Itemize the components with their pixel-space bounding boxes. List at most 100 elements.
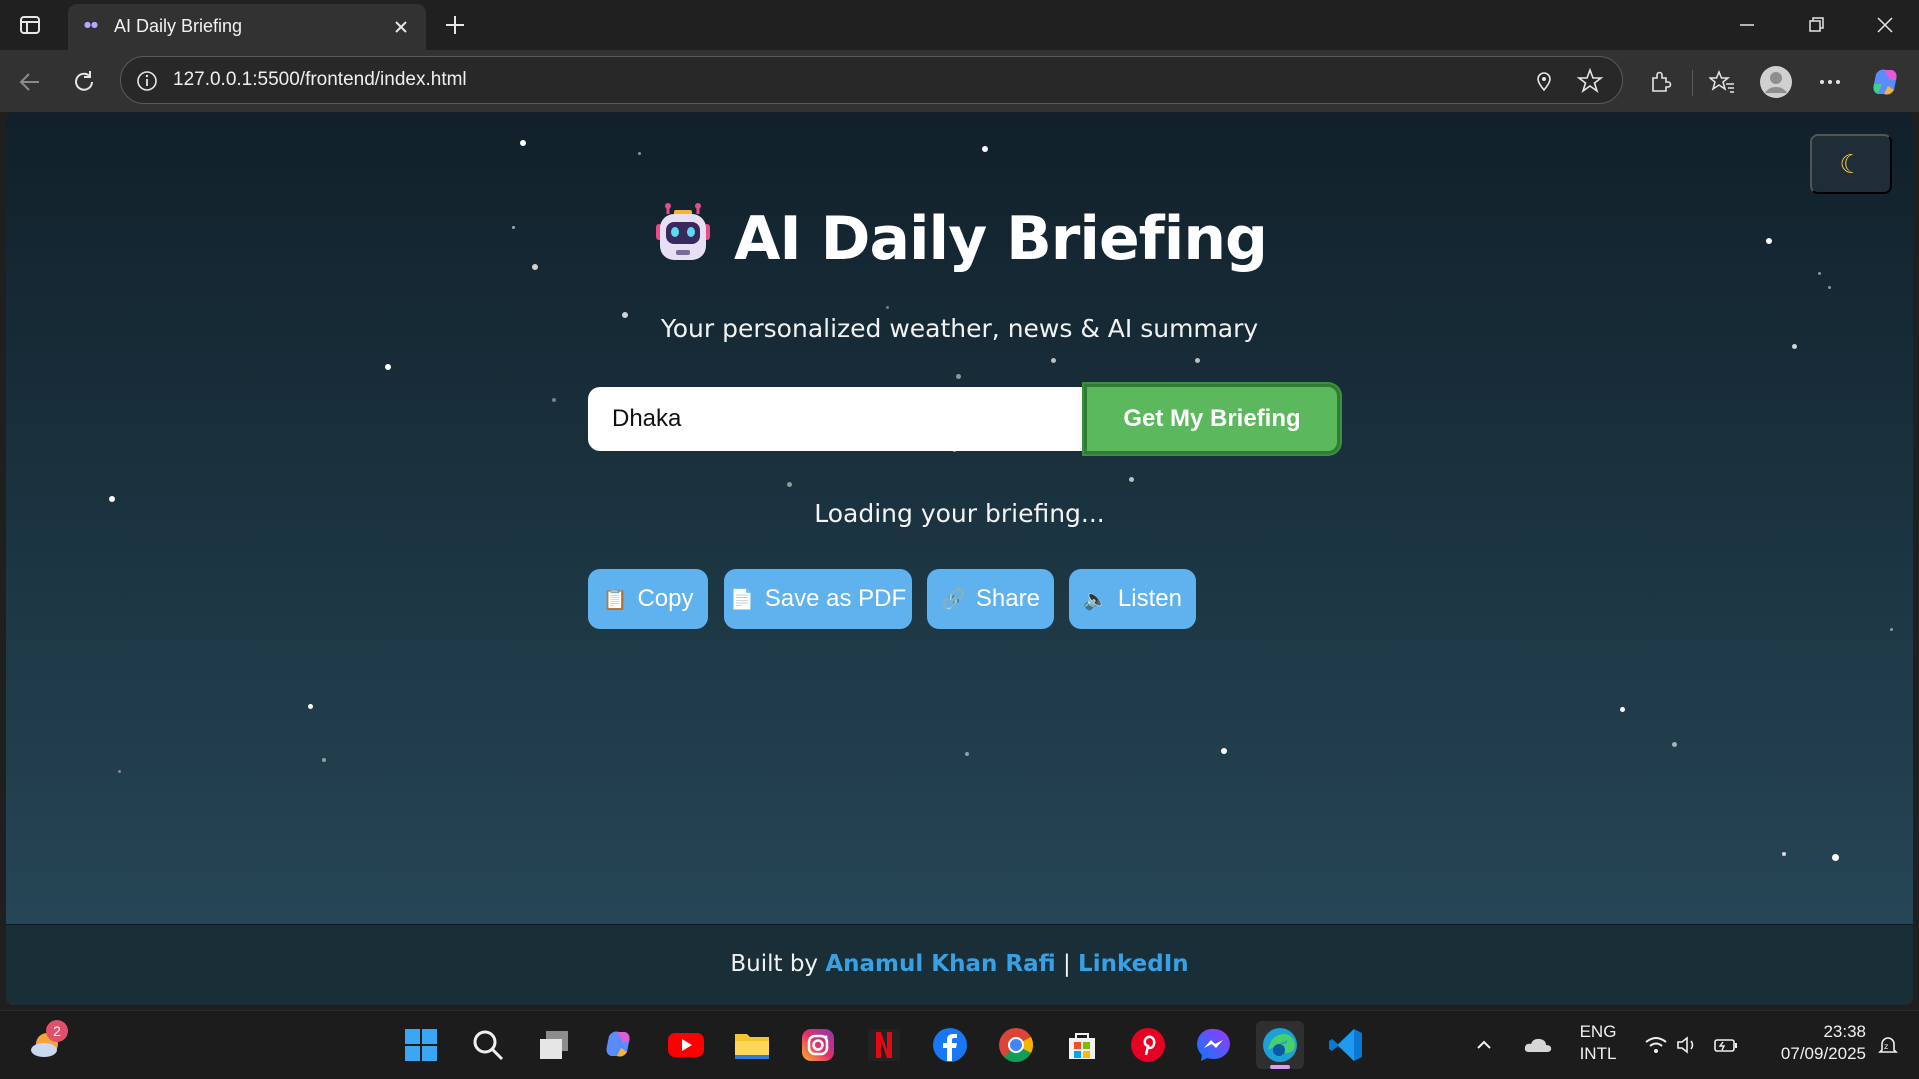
author-link[interactable]: Anamul Khan Rafi <box>825 951 1055 977</box>
wifi-icon[interactable] <box>1640 1021 1672 1069</box>
loading-status: Loading your briefing... <box>814 499 1105 528</box>
link-icon: 🔗 <box>941 588 966 611</box>
netflix-icon[interactable] <box>860 1021 908 1069</box>
star-decoration <box>1195 358 1200 363</box>
file-explorer-icon[interactable] <box>728 1021 776 1069</box>
pinterest-icon[interactable] <box>1124 1021 1172 1069</box>
new-tab-button[interactable] <box>438 8 472 42</box>
star-decoration <box>1792 344 1797 349</box>
tab-actions-icon[interactable] <box>10 10 50 40</box>
star-decoration <box>1890 628 1893 631</box>
vscode-icon[interactable] <box>1322 1021 1370 1069</box>
star-decoration <box>982 146 988 152</box>
clock[interactable]: 23:38 07/09/2025 <box>1752 1021 1866 1065</box>
youtube-icon[interactable] <box>662 1021 710 1069</box>
weather-notification-badge: 2 <box>46 1020 68 1042</box>
back-icon[interactable] <box>10 62 50 102</box>
footer-separator: | <box>1062 951 1071 977</box>
svg-text:z: z <box>1884 1042 1888 1051</box>
star-decoration <box>520 140 526 146</box>
copy-button[interactable]: 📋 Copy <box>588 569 708 629</box>
star-decoration <box>956 374 961 379</box>
save-pdf-label: Save as PDF <box>764 585 907 612</box>
star-decoration <box>1129 477 1134 482</box>
favorites-icon[interactable] <box>1702 62 1742 102</box>
site-info-icon[interactable] <box>135 69 159 93</box>
star-decoration <box>1832 854 1839 861</box>
clipboard-icon: 📋 <box>602 588 628 611</box>
language-code: ENG <box>1579 1022 1617 1041</box>
star-decoration <box>552 398 556 402</box>
star-decoration <box>1672 742 1677 747</box>
copilot-app-icon[interactable] <box>596 1021 644 1069</box>
page-viewport: ☾ AI Daily Briefing Your personalized we… <box>6 112 1913 1005</box>
robot-icon <box>652 202 714 264</box>
star-decoration <box>1051 358 1056 363</box>
star-decoration <box>787 482 792 487</box>
notifications-icon[interactable]: z <box>1868 1021 1908 1069</box>
microsoft-store-icon[interactable] <box>1058 1021 1106 1069</box>
listen-label: Listen <box>1117 585 1182 612</box>
listen-button[interactable]: 🔈 Listen <box>1069 569 1196 629</box>
windows-start-icon[interactable] <box>397 1021 445 1069</box>
get-briefing-button[interactable]: Get My Briefing <box>1084 384 1340 454</box>
chrome-icon[interactable] <box>992 1021 1040 1069</box>
star-decoration <box>1782 852 1786 856</box>
star-decoration <box>118 770 121 773</box>
clock-time: 23:38 <box>1823 1022 1866 1041</box>
active-app-indicator <box>1270 1065 1290 1069</box>
favorite-star-icon[interactable] <box>1576 67 1604 95</box>
keyboard-layout: INTL <box>1579 1044 1617 1063</box>
copilot-icon[interactable] <box>1866 62 1906 102</box>
browser-tab[interactable]: ●● AI Daily Briefing <box>68 4 426 50</box>
linkedin-link[interactable]: LinkedIn <box>1078 951 1189 977</box>
star-decoration <box>322 758 326 762</box>
copy-label: Copy <box>637 585 694 612</box>
input-language[interactable]: ENG INTL <box>1570 1021 1626 1065</box>
volume-icon[interactable] <box>1672 1021 1704 1069</box>
onedrive-icon[interactable] <box>1516 1021 1560 1069</box>
windows-taskbar: ENG INTL 23:38 07/09/2025 z <box>0 1010 1919 1079</box>
url-text[interactable]: 127.0.0.1:5500/frontend/index.html <box>173 69 467 91</box>
close-window-button[interactable] <box>1850 0 1919 50</box>
search-icon[interactable] <box>464 1021 512 1069</box>
speaker-icon: 🔈 <box>1083 588 1108 611</box>
extensions-icon[interactable] <box>1641 62 1681 102</box>
star-decoration <box>965 752 969 756</box>
theme-toggle-button[interactable]: ☾ <box>1810 134 1892 194</box>
instagram-icon[interactable] <box>794 1021 842 1069</box>
close-tab-icon[interactable] <box>388 14 414 40</box>
profile-avatar-icon[interactable] <box>1756 62 1796 102</box>
save-pdf-button[interactable]: 📄 Save as PDF <box>724 569 912 629</box>
share-button[interactable]: 🔗 Share <box>927 569 1054 629</box>
browser-toolbar: 127.0.0.1:5500/frontend/index.html <box>0 50 1919 112</box>
reload-icon[interactable] <box>64 62 104 102</box>
footer-text: Built by Anamul Khan Rafi | LinkedIn <box>6 951 1913 977</box>
task-view-icon[interactable] <box>530 1021 578 1069</box>
location-pin-icon[interactable] <box>1532 69 1556 93</box>
star-decoration <box>385 364 391 370</box>
minimize-button[interactable] <box>1712 0 1782 50</box>
star-decoration <box>308 704 313 709</box>
document-icon: 📄 <box>729 588 755 611</box>
edge-icon[interactable] <box>1256 1021 1304 1069</box>
clock-date: 07/09/2025 <box>1780 1044 1866 1063</box>
page-title-text: AI Daily Briefing <box>734 204 1268 274</box>
battery-icon[interactable] <box>1708 1021 1744 1069</box>
more-menu-icon[interactable] <box>1810 62 1850 102</box>
share-label: Share <box>975 585 1040 612</box>
robot-favicon-icon: ●● <box>84 20 98 29</box>
city-input[interactable] <box>588 387 1088 451</box>
facebook-icon[interactable] <box>926 1021 974 1069</box>
star-decoration <box>638 152 641 155</box>
star-decoration <box>1221 748 1227 754</box>
show-hidden-icons-chevron[interactable] <box>1466 1021 1502 1069</box>
page-subtitle: Your personalized weather, news & AI sum… <box>660 314 1259 343</box>
restore-button[interactable] <box>1782 0 1852 50</box>
page-title: AI Daily Briefing <box>6 202 1913 274</box>
star-decoration <box>1620 707 1625 712</box>
messenger-icon[interactable] <box>1190 1021 1238 1069</box>
address-bar[interactable]: 127.0.0.1:5500/frontend/index.html <box>120 56 1623 104</box>
city-search-form: Get My Briefing <box>588 384 1343 454</box>
toolbar-separator <box>1692 70 1693 96</box>
